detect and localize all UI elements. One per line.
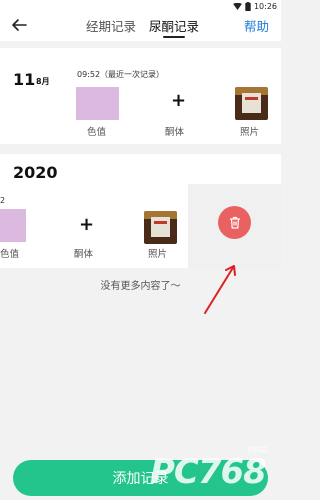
add-record-button[interactable]: 添加记录 bbox=[13, 460, 268, 496]
photo-label: 照片 bbox=[240, 127, 260, 138]
test-strip-photo[interactable] bbox=[235, 87, 268, 120]
photo-label: 照片 bbox=[148, 249, 168, 260]
color-label: 色值 bbox=[0, 249, 20, 260]
record-day: 11 bbox=[13, 70, 36, 89]
battery-icon bbox=[245, 1, 251, 11]
status-bar: 10:26 bbox=[0, 0, 281, 12]
swipe-action-area bbox=[188, 184, 281, 268]
status-time: 10:26 bbox=[253, 1, 277, 11]
year-heading: 2020 bbox=[13, 163, 58, 182]
color-label: 色值 bbox=[87, 127, 107, 138]
delete-button[interactable] bbox=[218, 206, 251, 239]
status-icons: 10:26 bbox=[233, 0, 277, 12]
tab-urine-ketone-records[interactable]: 尿酮记录 bbox=[149, 16, 199, 35]
record-time: 09:52（最近一次记录） bbox=[77, 70, 165, 79]
ketone-plus-sign: + bbox=[171, 90, 187, 111]
year-group-card: 2020 2 + 色值 酮体 照片 bbox=[0, 154, 281, 268]
tab-period-records[interactable]: 经期记录 bbox=[86, 16, 136, 35]
trash-icon bbox=[229, 216, 240, 229]
end-of-list-text: 没有更多内容了～ bbox=[100, 281, 181, 292]
arrow-left-icon[interactable] bbox=[10, 16, 28, 34]
active-tab-indicator bbox=[163, 36, 185, 38]
record-time: 2 bbox=[0, 196, 6, 205]
help-link[interactable]: 帮助 bbox=[244, 16, 269, 35]
wifi-icon bbox=[233, 2, 242, 10]
color-swatch bbox=[76, 87, 119, 120]
swiped-record-row[interactable]: 2 + 色值 酮体 照片 bbox=[0, 184, 188, 268]
record-month: 8月 bbox=[36, 77, 50, 86]
ketone-label: 酮体 bbox=[74, 249, 94, 260]
ketone-plus-sign: + bbox=[79, 214, 95, 235]
ketone-label: 酮体 bbox=[165, 127, 185, 138]
record-card[interactable]: 11 8月 09:52（最近一次记录） + 色值 酮体 照片 bbox=[0, 48, 281, 144]
color-swatch bbox=[0, 209, 26, 242]
test-strip-photo[interactable] bbox=[144, 211, 177, 244]
top-bar: 经期记录 尿酮记录 帮助 bbox=[0, 12, 281, 41]
